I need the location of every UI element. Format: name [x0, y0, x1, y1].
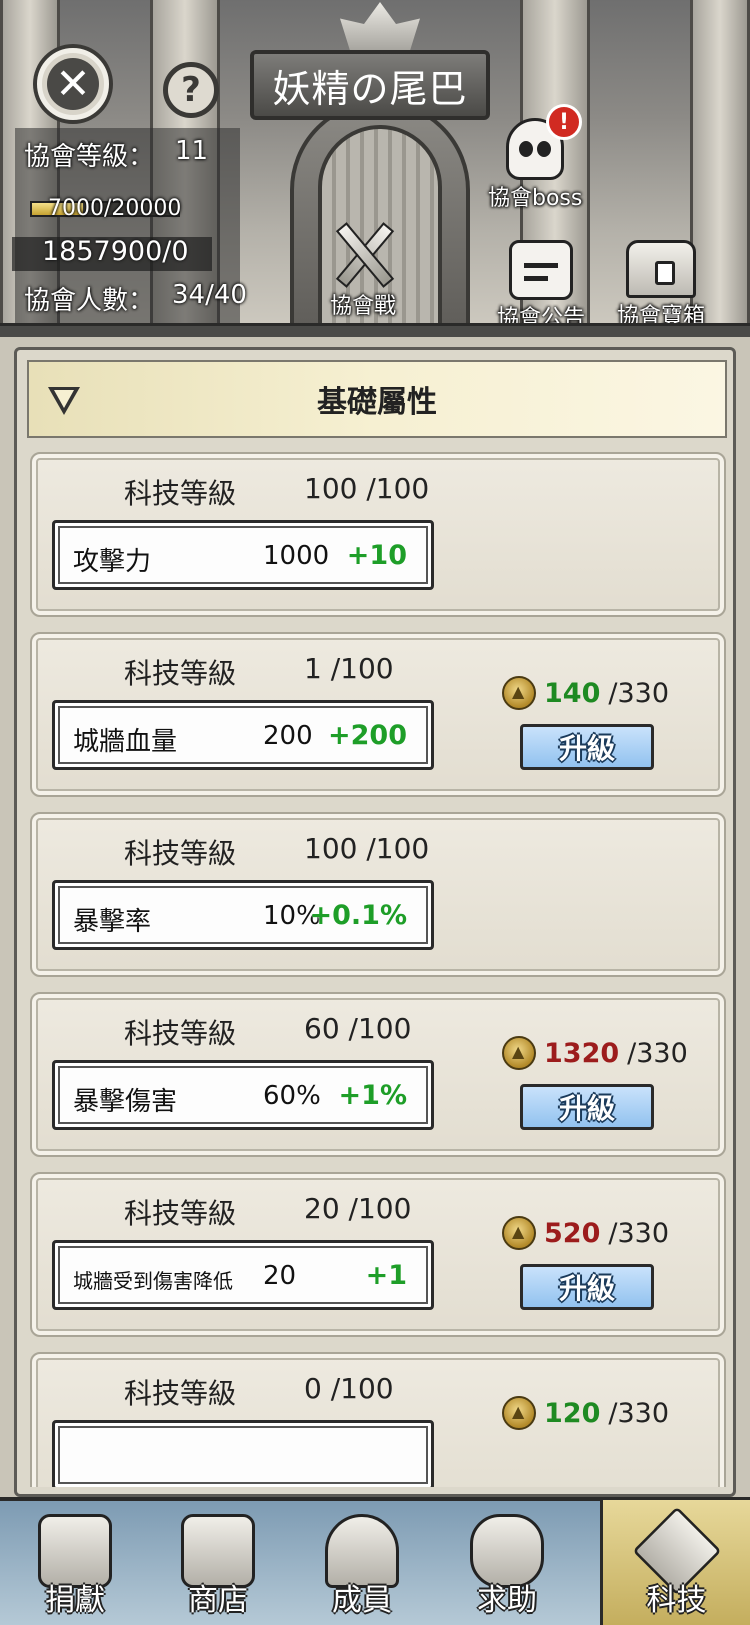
- alert-badge: !: [546, 104, 582, 140]
- stat-value: 20: [263, 1261, 297, 1291]
- cost-have: 1320: [544, 1037, 620, 1069]
- upgrade-button-label: 升級: [558, 1092, 615, 1125]
- stat-box: [52, 1420, 434, 1487]
- upgrade-button[interactable]: 升級: [520, 1084, 654, 1130]
- guild-notice-button[interactable]: 協會公告: [497, 240, 585, 332]
- stat-value: 60%: [263, 1081, 321, 1111]
- tech-list[interactable]: 科技等級 100 /100 攻擊力 1000 +10 科技等級 1 /100 城…: [28, 452, 728, 1487]
- upgrade-button-label: 升級: [558, 1272, 615, 1305]
- crossed-swords-icon: [328, 218, 398, 288]
- stat-bonus: +10: [346, 540, 407, 571]
- tech-level-value: 60 /100: [304, 1012, 412, 1045]
- nav-tech[interactable]: 科技: [600, 1500, 750, 1625]
- collapse-caret-icon[interactable]: [48, 387, 80, 415]
- upgrade-cost: 520 /330: [502, 1216, 669, 1250]
- stat-bonus: +1%: [338, 1080, 407, 1111]
- nav-label: 成員: [332, 1583, 392, 1618]
- guild-name: 妖精の尾巴: [272, 66, 468, 111]
- stat-name: 城牆受到傷害降低: [73, 1269, 233, 1293]
- stat-box: 城牆受到傷害降低 20 +1: [52, 1240, 434, 1310]
- guild-level-label: 協會等級：: [24, 142, 155, 172]
- upgrade-button-label: 升級: [558, 732, 615, 765]
- tech-level-label: 科技等級: [124, 837, 237, 870]
- tech-card-crit-rate: 科技等級 100 /100 暴擊率 10% +0.1%: [30, 812, 726, 977]
- tech-card-crit-damage: 科技等級 60 /100 暴擊傷害 60% +1% 1320 /330 升級: [30, 992, 726, 1157]
- stat-bonus: +200: [328, 720, 407, 751]
- upgrade-cost: 120 /330: [502, 1396, 669, 1430]
- tech-card-attack: 科技等級 100 /100 攻擊力 1000 +10: [30, 452, 726, 617]
- guild-name-banner: 妖精の尾巴: [250, 50, 490, 120]
- nav-donate[interactable]: 捐獻: [0, 1500, 150, 1625]
- tech-card-wall-hp: 科技等級 1 /100 城牆血量 200 +200 140 /330 升級: [30, 632, 726, 797]
- tech-level-value: 20 /100: [304, 1192, 412, 1225]
- guild-war-button[interactable]: 協會戰: [328, 218, 398, 320]
- guild-tech-screen: 妖精の尾巴 ✕ ? 協會等級： 11 7000/20000 1857900/0 …: [0, 0, 750, 1625]
- coin-icon: [502, 676, 536, 710]
- tech-level-value: 100 /100: [304, 832, 430, 865]
- stat-bonus: +1: [365, 1260, 407, 1291]
- guild-exp-text: 7000/20000: [48, 196, 182, 221]
- upgrade-cost: 1320 /330: [502, 1036, 688, 1070]
- help-button[interactable]: ?: [163, 62, 219, 118]
- stat-name: 暴擊傷害: [73, 1087, 178, 1117]
- tech-level-value: 0 /100: [304, 1372, 394, 1405]
- guild-members-value: 34/40: [172, 280, 247, 310]
- stat-box: 攻擊力 1000 +10: [52, 520, 434, 590]
- tech-level-label: 科技等級: [124, 657, 237, 690]
- upgrade-button[interactable]: 升級: [520, 724, 654, 770]
- tech-level-label: 科技等級: [124, 477, 237, 510]
- nav-help-request[interactable]: 求助: [432, 1500, 582, 1625]
- cost-need: /330: [608, 1217, 670, 1249]
- notice-board-icon: [509, 240, 573, 300]
- stat-box: 暴擊傷害 60% +1%: [52, 1060, 434, 1130]
- tech-level-value: 100 /100: [304, 472, 430, 505]
- cost-need: /330: [608, 1397, 670, 1429]
- close-button[interactable]: ✕: [37, 48, 109, 120]
- guild-war-label: 協會戰: [329, 294, 396, 319]
- guild-members-label: 協會人數：: [24, 286, 155, 316]
- stat-box: 城牆血量 200 +200: [52, 700, 434, 770]
- guild-boss-label: 協會boss: [488, 186, 583, 211]
- stat-value: 200: [263, 721, 313, 751]
- tech-level-label: 科技等級: [124, 1197, 237, 1230]
- coin-icon: [502, 1036, 536, 1070]
- tech-card-wall-damage-reduction: 科技等級 20 /100 城牆受到傷害降低 20 +1 520 /330 升級: [30, 1172, 726, 1337]
- stat-name: 暴擊率: [73, 907, 152, 937]
- header-divider: [0, 323, 750, 337]
- guild-level-value: 11: [175, 136, 209, 166]
- nav-label: 商店: [188, 1583, 248, 1618]
- nav-label: 捐獻: [45, 1583, 105, 1618]
- coin-icon: [502, 1396, 536, 1430]
- guild-chest-button[interactable]: 協會寶箱: [617, 240, 705, 330]
- nav-label: 科技: [646, 1583, 707, 1618]
- stat-box: 暴擊率 10% +0.1%: [52, 880, 434, 950]
- cost-have: 140: [544, 677, 601, 709]
- cost-need: /330: [627, 1037, 688, 1069]
- stat-bonus: +0.1%: [309, 900, 407, 931]
- nav-shop[interactable]: 商店: [143, 1500, 293, 1625]
- stat-name: 攻擊力: [73, 547, 152, 577]
- section-header-basic-attributes[interactable]: 基礎屬性: [27, 360, 727, 438]
- nav-label: 求助: [477, 1583, 537, 1618]
- tech-level-value: 1 /100: [304, 652, 394, 685]
- tech-card-partial: 科技等級 0 /100 120 /330: [30, 1352, 726, 1487]
- stat-name: 城牆血量: [73, 727, 178, 757]
- cost-have: 520: [544, 1217, 601, 1249]
- cost-have: 120: [544, 1397, 601, 1429]
- cost-need: /330: [608, 677, 670, 709]
- treasure-chest-icon: [626, 240, 696, 298]
- nav-members[interactable]: 成員: [287, 1500, 437, 1625]
- stat-value: 1000: [263, 541, 330, 571]
- tech-level-label: 科技等級: [124, 1017, 237, 1050]
- section-title: 基礎屬性: [317, 385, 437, 420]
- guild-funds-text: 1857900/0: [42, 236, 189, 267]
- coin-icon: [502, 1216, 536, 1250]
- upgrade-button[interactable]: 升級: [520, 1264, 654, 1310]
- tech-level-label: 科技等級: [124, 1377, 237, 1410]
- close-icon: ✕: [55, 59, 91, 108]
- question-icon: ?: [181, 70, 201, 110]
- upgrade-cost: 140 /330: [502, 676, 669, 710]
